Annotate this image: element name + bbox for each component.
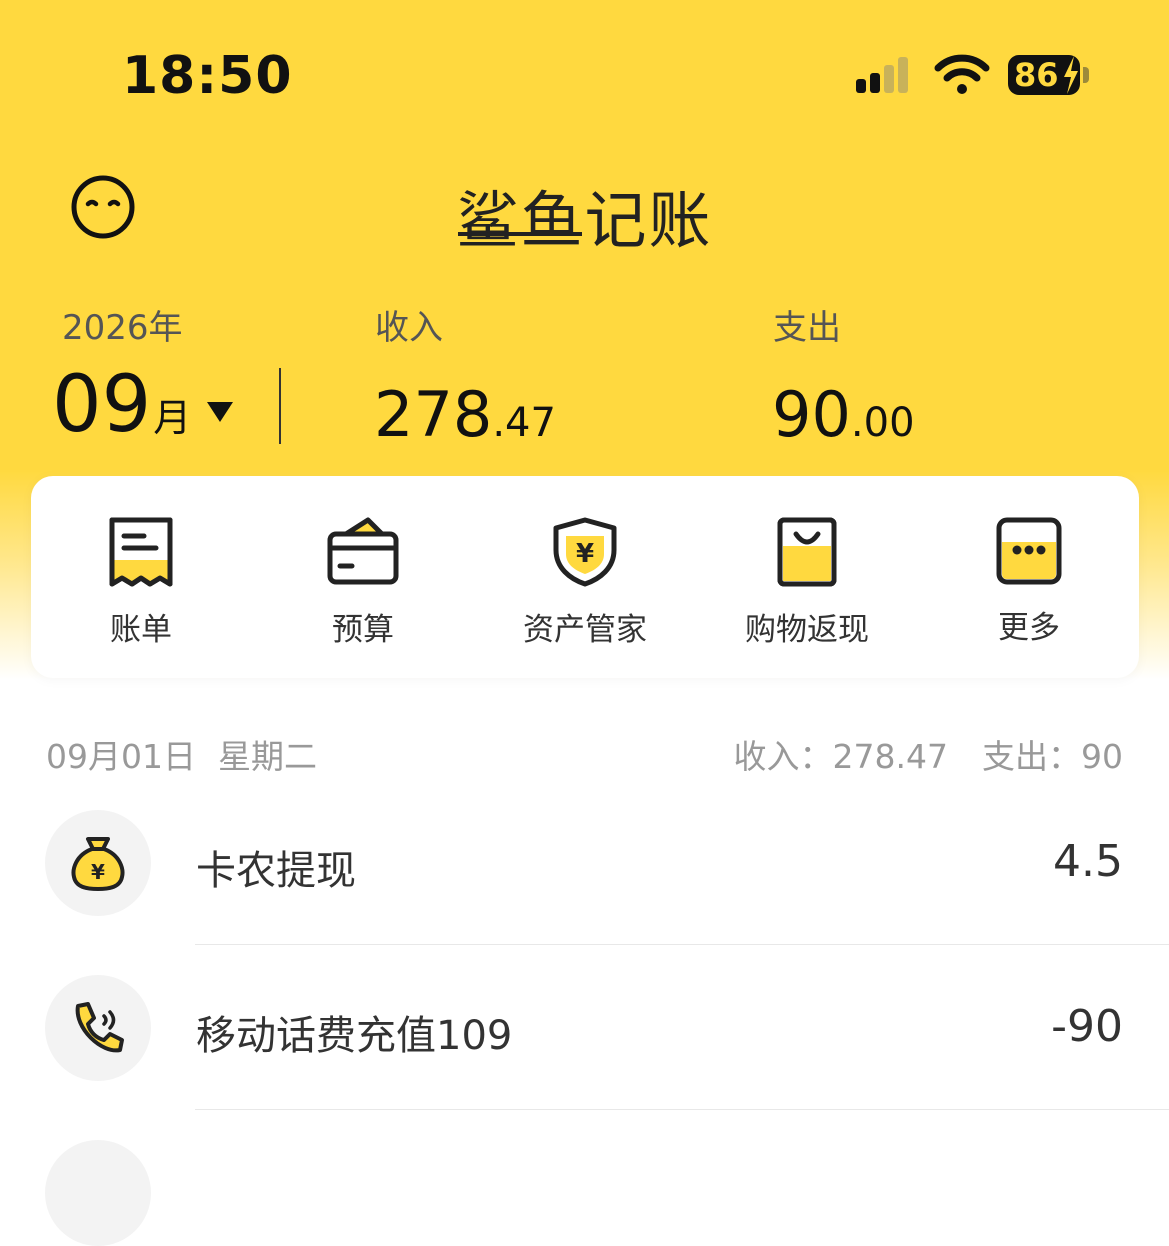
day-date: 09月01日	[46, 737, 196, 776]
income-total: 278 .47	[374, 378, 556, 451]
cellular-signal-icon	[856, 57, 916, 97]
record-amount: -90	[1051, 1001, 1123, 1052]
record-row[interactable]: 移动话费充值109 -90	[0, 947, 1169, 1111]
action-label: 更多	[998, 610, 1060, 646]
day-expense-label: 支出：	[982, 737, 1081, 776]
action-label: 购物返现	[745, 612, 869, 648]
phone-call-icon	[75, 1002, 124, 1053]
title-underline	[458, 232, 582, 236]
action-budget[interactable]: 预算	[283, 516, 443, 649]
battery-tip	[1083, 67, 1089, 83]
app-title: 鲨鱼记账	[456, 184, 713, 257]
action-label: 资产管家	[523, 612, 647, 648]
day-summary: 收入：278.47 支出：90	[734, 730, 1123, 778]
year-label: 2026年	[62, 308, 183, 348]
action-more[interactable]: 更多	[949, 516, 1109, 647]
row-divider	[195, 944, 1169, 945]
svg-text:¥: ¥	[91, 860, 105, 884]
record-icon-circle: ¥	[45, 810, 151, 916]
record-name: 移动话费充值109	[196, 1013, 513, 1059]
record-amount: 4.5	[1053, 836, 1123, 887]
action-shopping-cashback[interactable]: 购物返现	[727, 516, 887, 649]
income-integer: 278	[374, 378, 493, 451]
row-divider	[195, 1109, 1169, 1110]
bill-icon	[109, 517, 173, 587]
action-bill[interactable]: 账单	[61, 516, 221, 649]
record-row[interactable]: ¥ 卡农提现 4.5	[0, 782, 1169, 946]
month-selector[interactable]: 09 月	[52, 360, 191, 450]
summary-divider	[279, 368, 281, 444]
status-time: 18:50	[122, 46, 293, 106]
income-decimal: .47	[492, 400, 556, 446]
month-unit: 月	[153, 396, 192, 440]
record-icon-circle-partial	[45, 1140, 151, 1246]
action-assets[interactable]: ¥ 资产管家	[505, 516, 665, 649]
day-expense: 90	[1081, 737, 1123, 776]
day-weekday: 星期二	[218, 737, 317, 776]
money-bag-icon: ¥	[71, 837, 125, 891]
svg-text:¥: ¥	[576, 539, 594, 569]
action-label: 账单	[110, 612, 172, 648]
quick-actions-card: 账单 预算 ¥ 资产管家 购物返现 更多	[31, 476, 1139, 678]
caret-down-icon[interactable]	[205, 400, 235, 424]
record-name: 卡农提现	[196, 848, 356, 894]
asset-shield-icon: ¥	[553, 517, 617, 587]
expense-label: 支出	[773, 308, 841, 348]
expense-total: 90 .00	[772, 378, 915, 451]
action-label: 预算	[332, 612, 394, 648]
record-icon-circle	[45, 975, 151, 1081]
day-income-label: 收入：	[733, 737, 833, 776]
month-number: 09	[52, 360, 152, 450]
budget-wallet-icon	[327, 517, 399, 585]
day-income: 278.47	[832, 737, 948, 776]
income-label: 收入	[375, 308, 443, 348]
expense-integer: 90	[772, 378, 851, 451]
wifi-icon	[934, 54, 990, 94]
more-icon	[996, 517, 1062, 585]
shopping-bag-icon	[777, 517, 837, 587]
expense-decimal: .00	[850, 400, 915, 446]
charging-bolt-icon	[1064, 56, 1078, 94]
